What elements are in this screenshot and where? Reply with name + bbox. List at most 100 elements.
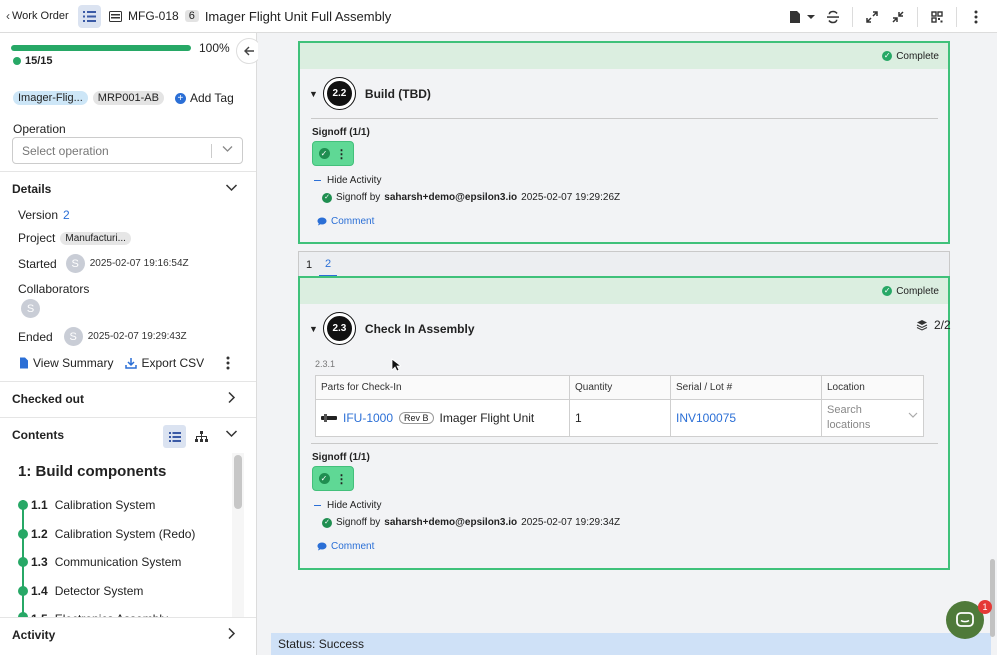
contents-item[interactable]: 1.2 Calibration System (Redo) bbox=[18, 527, 195, 541]
check-circle-icon: ✓ bbox=[318, 148, 330, 159]
check-circle-icon: ✓ bbox=[882, 286, 893, 296]
collapse-button[interactable] bbox=[885, 4, 911, 30]
check-circle-icon: ✓ bbox=[882, 51, 893, 61]
project-row: Project Manufacturi... bbox=[18, 231, 131, 245]
kebab-menu-icon[interactable]: ⋮ bbox=[336, 148, 348, 160]
chevron-down-icon bbox=[225, 181, 238, 197]
contents-section-title: 1: Build components bbox=[18, 463, 167, 480]
serial-link[interactable]: INV100075 bbox=[676, 411, 736, 425]
chevron-left-icon: ‹ bbox=[6, 9, 10, 23]
table-header: Location bbox=[821, 375, 924, 400]
chevron-down-icon bbox=[225, 427, 238, 443]
comment-icon bbox=[317, 542, 327, 551]
contents-heading: Contents bbox=[12, 427, 64, 442]
strikethrough-button[interactable] bbox=[820, 4, 846, 30]
version-link[interactable]: 2 bbox=[63, 208, 70, 222]
kebab-menu-icon[interactable]: ⋮ bbox=[336, 473, 348, 485]
view-summary-button[interactable]: View Summary bbox=[19, 356, 113, 370]
tag-chip[interactable]: MRP001-AB bbox=[92, 91, 164, 105]
location-select[interactable]: Search locations bbox=[827, 403, 918, 433]
signoff-by-prefix: Signoff by bbox=[336, 517, 381, 528]
hide-activity-toggle[interactable]: Hide Activity bbox=[314, 500, 381, 511]
export-csv-button[interactable]: Export CSV bbox=[125, 356, 204, 370]
contents-view-controls bbox=[163, 425, 213, 448]
activity-section-header[interactable]: Activity bbox=[0, 617, 256, 651]
revision-badge: Rev B bbox=[399, 412, 434, 424]
page-tab-2[interactable]: 2 bbox=[319, 253, 337, 277]
expand-button[interactable] bbox=[859, 4, 885, 30]
chevron-right-icon bbox=[225, 627, 238, 643]
checked-out-heading: Checked out bbox=[12, 391, 85, 406]
contents-scrollbar-thumb[interactable] bbox=[234, 455, 242, 509]
checked-out-section-header[interactable]: Checked out bbox=[0, 381, 256, 415]
comment-label: Comment bbox=[331, 216, 375, 227]
comment-button[interactable]: Comment bbox=[317, 216, 374, 227]
step-header[interactable]: ▼ 2.3 Check In Assembly bbox=[309, 312, 475, 345]
step-status-dot-icon bbox=[18, 529, 28, 539]
step-counter-label: 2/2 bbox=[934, 318, 951, 332]
progress-bar-fill bbox=[11, 45, 191, 51]
hide-activity-toggle[interactable]: Hide Activity bbox=[314, 175, 381, 186]
signoff-button[interactable]: ✓ ⋮ bbox=[312, 141, 354, 166]
step-counter: 2/2 bbox=[916, 318, 951, 332]
signoff-button[interactable]: ✓ ⋮ bbox=[312, 466, 354, 491]
contents-item-label: Calibration System (Redo) bbox=[54, 527, 196, 541]
step-name: Check In Assembly bbox=[364, 321, 475, 336]
back-to-work-order-link[interactable]: ‹ Work Order bbox=[0, 9, 78, 23]
tree-view-button[interactable] bbox=[190, 425, 213, 448]
main-scrollbar-thumb[interactable] bbox=[990, 559, 995, 637]
collapse-icon bbox=[892, 10, 904, 23]
step-header[interactable]: ▼ 2.2 Build (TBD) bbox=[309, 77, 431, 110]
contents-item[interactable]: 1.1 Calibration System bbox=[18, 498, 155, 512]
project-pill[interactable]: Manufacturi... bbox=[60, 231, 131, 245]
file-menu-button[interactable] bbox=[786, 4, 820, 30]
ended-timestamp: 2025-02-07 19:29:43Z bbox=[87, 331, 187, 342]
comment-button[interactable]: Comment bbox=[317, 541, 374, 552]
status-bar: Status: Success bbox=[271, 633, 991, 655]
tag-chip[interactable]: Imager-Flig... bbox=[13, 91, 88, 105]
contents-item-number: 1.2 bbox=[31, 527, 48, 541]
serial-cell: INV100075 bbox=[670, 399, 822, 437]
progress-count: 15/15 bbox=[13, 55, 53, 67]
table-header-row: Parts for Check-In Quantity Serial / Lot… bbox=[315, 375, 924, 400]
location-cell[interactable]: Search locations bbox=[821, 399, 924, 437]
progress-percent: 100% bbox=[199, 41, 230, 55]
operation-select[interactable]: Select operation bbox=[12, 137, 243, 164]
page-tab-1[interactable]: 1 bbox=[300, 253, 318, 277]
details-section-header[interactable]: Details bbox=[0, 171, 256, 205]
signoff-time: 2025-02-07 19:29:34Z bbox=[521, 517, 621, 528]
contents-section-header[interactable]: Contents bbox=[0, 417, 256, 451]
details-more-button[interactable] bbox=[226, 356, 230, 373]
expand-icon bbox=[866, 10, 878, 23]
location-placeholder: Search bbox=[827, 404, 862, 416]
list-view-button[interactable] bbox=[163, 425, 186, 448]
part-name: Imager Flight Unit bbox=[439, 411, 535, 425]
collaborators-label: Collaborators bbox=[18, 282, 90, 296]
signoff-user: saharsh+demo@epsilon3.io bbox=[384, 517, 518, 528]
check-circle-icon: ✓ bbox=[322, 517, 332, 528]
qr-code-button[interactable] bbox=[924, 4, 950, 30]
mouse-cursor-icon bbox=[391, 358, 403, 375]
hierarchy-icon bbox=[195, 430, 208, 442]
hide-activity-label: Hide Activity bbox=[327, 175, 382, 186]
avatar: S bbox=[21, 299, 40, 318]
table-header: Parts for Check-In bbox=[315, 375, 570, 400]
table-row: IFU-1000 Rev B Imager Flight Unit 1 INV1… bbox=[315, 399, 924, 437]
add-tag-button[interactable]: + Add Tag bbox=[174, 91, 234, 105]
contents-item[interactable]: 1.3 Communication System bbox=[18, 555, 181, 569]
contents-item[interactable]: 1.4 Detector System bbox=[18, 584, 143, 598]
step-name: Build (TBD) bbox=[364, 86, 431, 101]
location-placeholder: locations bbox=[827, 419, 871, 431]
contents-item-label: Communication System bbox=[54, 555, 182, 569]
list-view-toggle[interactable] bbox=[78, 4, 101, 28]
signoff-label: Signoff (1/1) bbox=[312, 127, 370, 138]
version-label: Version bbox=[18, 208, 59, 222]
part-id-link[interactable]: IFU-1000 bbox=[343, 411, 393, 425]
progress-row: 100% bbox=[11, 41, 231, 55]
step-card-2-3: ✓ Complete ▼ 2.3 Check In Assembly 2/2 2… bbox=[298, 276, 951, 570]
operation-select-placeholder: Select operation bbox=[22, 143, 109, 158]
step-card-2-2: ✓ Complete ▼ 2.2 Build (TBD) Signoff (1/… bbox=[298, 41, 950, 244]
check-circle-icon: ✓ bbox=[318, 473, 330, 484]
more-options-button[interactable] bbox=[963, 4, 989, 30]
step-status-label: Complete bbox=[896, 50, 939, 62]
